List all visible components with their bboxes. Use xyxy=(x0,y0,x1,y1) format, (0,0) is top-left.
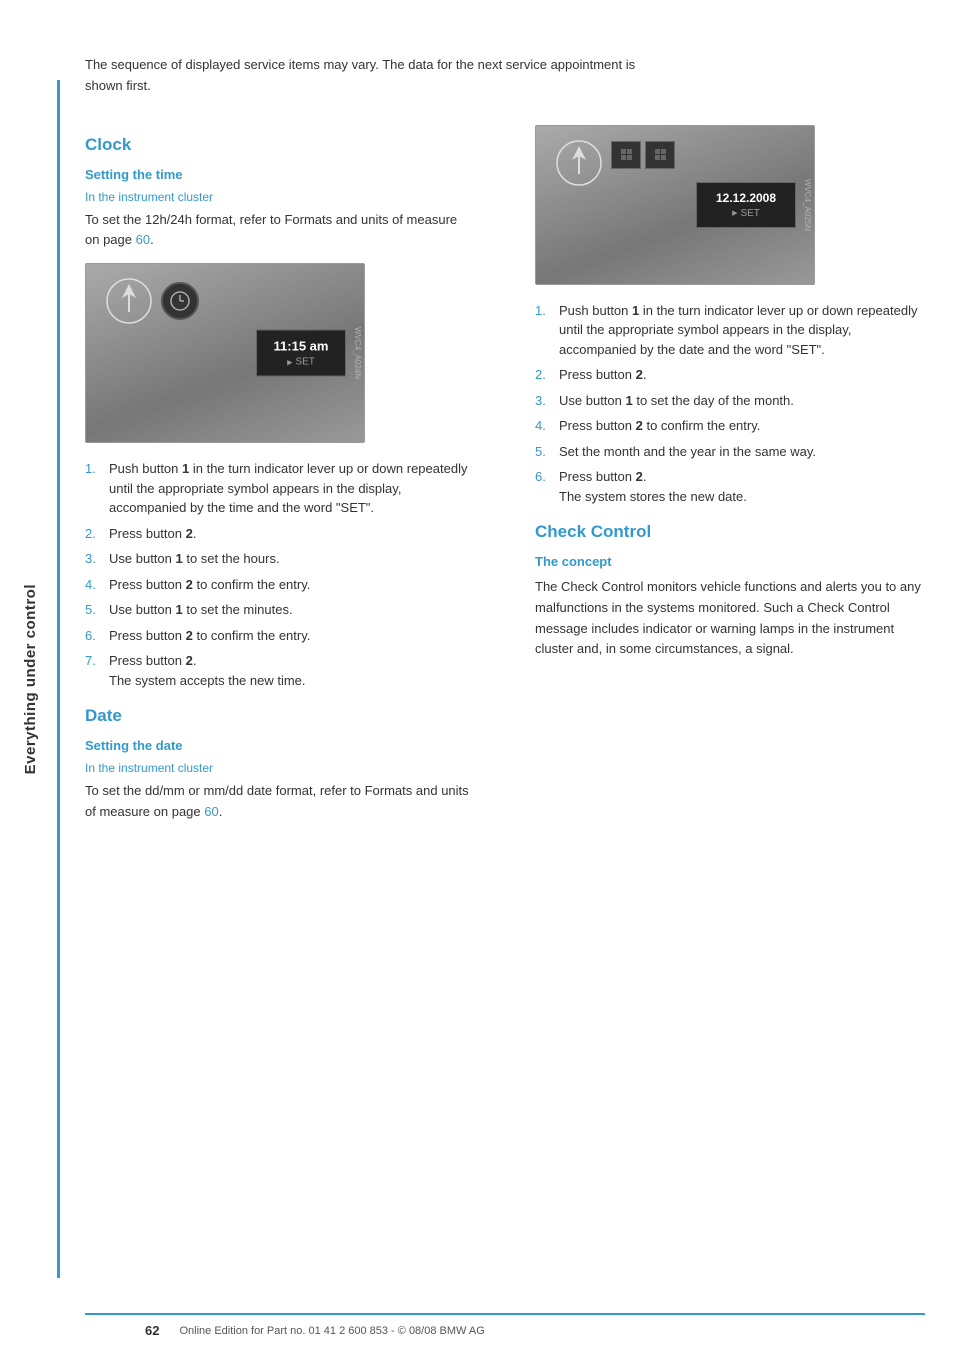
list-item: 2. Press button 2. xyxy=(85,524,475,544)
date-in-cluster-label: In the instrument cluster xyxy=(85,761,475,775)
intro-paragraph: The sequence of displayed service items … xyxy=(85,55,665,97)
watermark-left: WVC4_A024N xyxy=(353,327,362,379)
date-display-box: 12.12.2008 ▶ SET xyxy=(696,182,796,228)
in-cluster-label: In the instrument cluster xyxy=(85,190,475,204)
date-body-text: To set the dd/mm or mm/dd date format, r… xyxy=(85,781,475,823)
sidebar: Everything under control xyxy=(0,0,60,1358)
list-item: 7. Press button 2.The system accepts the… xyxy=(85,651,475,690)
date-set-label: ▶ SET xyxy=(711,208,781,219)
page-number: 62 xyxy=(145,1323,159,1338)
time-display-box: 11:15 am ▶ SET xyxy=(256,330,346,377)
date-instrument-image: 12.12.2008 ▶ SET WVC4_A025N xyxy=(535,125,815,285)
clock-steps-list: 1. Push button 1 in the turn indicator l… xyxy=(85,459,475,690)
sidebar-label: Everything under control xyxy=(22,584,39,774)
check-control-body: The Check Control monitors vehicle funct… xyxy=(535,577,925,660)
clock-link[interactable]: 60 xyxy=(136,232,150,247)
nav-arrow-icon-right xyxy=(554,138,604,188)
list-item: 6. Press button 2.The system stores the … xyxy=(535,467,925,506)
list-item: 2. Press button 2. xyxy=(535,365,925,385)
time-value: 11:15 am xyxy=(271,339,331,354)
clock-title: Clock xyxy=(85,135,475,155)
right-column: 12.12.2008 ▶ SET WVC4_A025N 1. Push but xyxy=(525,125,925,833)
date-link[interactable]: 60 xyxy=(204,804,218,819)
check-control-title: Check Control xyxy=(535,522,925,542)
list-item: 3. Use button 1 to set the day of the mo… xyxy=(535,391,925,411)
watermark-right: WVC4_A025N xyxy=(803,179,812,231)
clock-body-text: To set the 12h/24h format, refer to Form… xyxy=(85,210,475,252)
footer-text: Online Edition for Part no. 01 41 2 600 … xyxy=(179,1325,484,1337)
list-item: 4. Press button 2 to confirm the entry. xyxy=(85,575,475,595)
clock-instrument-image: 11:15 am ▶ SET WVC4_A024N xyxy=(85,263,365,443)
setting-time-subtitle: Setting the time xyxy=(85,167,475,182)
list-item: 1. Push button 1 in the turn indicator l… xyxy=(535,301,925,360)
date-icons xyxy=(611,141,675,169)
date-value: 12.12.2008 xyxy=(711,191,781,205)
footer: 62 Online Edition for Part no. 01 41 2 6… xyxy=(85,1313,925,1338)
list-item: 5. Use button 1 to set the minutes. xyxy=(85,600,475,620)
list-item: 3. Use button 1 to set the hours. xyxy=(85,549,475,569)
date-steps-list: 1. Push button 1 in the turn indicator l… xyxy=(535,301,925,507)
set-label: ▶ SET xyxy=(271,357,331,368)
list-item: 5. Set the month and the year in the sam… xyxy=(535,442,925,462)
setting-date-subtitle: Setting the date xyxy=(85,738,475,753)
list-item: 4. Press button 2 to confirm the entry. xyxy=(535,416,925,436)
clock-icon xyxy=(161,282,199,320)
nav-arrow-icon xyxy=(104,276,154,326)
check-control-concept-subtitle: The concept xyxy=(535,554,925,569)
date-title: Date xyxy=(85,706,475,726)
list-item: 6. Press button 2 to confirm the entry. xyxy=(85,626,475,646)
list-item: 1. Push button 1 in the turn indicator l… xyxy=(85,459,475,518)
left-column: Clock Setting the time In the instrument… xyxy=(85,125,485,833)
